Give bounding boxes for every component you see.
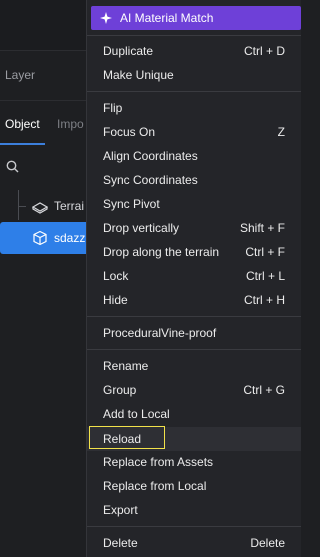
tree-item-label: Terrai bbox=[54, 199, 85, 213]
menu-item-flip[interactable]: Flip bbox=[87, 96, 301, 120]
menu-item-drop-along-terrain[interactable]: Drop along the terrain Ctrl + F bbox=[87, 240, 301, 264]
divider bbox=[0, 50, 90, 51]
menu-item-label: ProceduralVine-proof bbox=[103, 326, 217, 340]
menu-separator bbox=[87, 349, 301, 350]
menu-item-add-to-local[interactable]: Add to Local bbox=[87, 402, 301, 426]
sparkle-icon bbox=[100, 12, 112, 24]
menu-item-label: Add to Local bbox=[103, 407, 170, 421]
menu-item-label: Reload bbox=[103, 432, 142, 446]
tab-import[interactable]: Impo bbox=[57, 117, 84, 131]
menu-item-delete[interactable]: Delete Delete bbox=[87, 531, 301, 555]
menu-item-export[interactable]: Export bbox=[87, 498, 301, 522]
menu-item-sync-pivot[interactable]: Sync Pivot bbox=[87, 192, 301, 216]
menu-item-replace-from-assets[interactable]: Replace from Assets bbox=[87, 450, 301, 474]
menu-item-shortcut: Ctrl + D bbox=[243, 44, 285, 58]
layer-label: Layer bbox=[5, 68, 36, 82]
menu-item-label: Duplicate bbox=[103, 44, 154, 58]
menu-item-label: Replace from Local bbox=[103, 479, 207, 493]
terrain-icon bbox=[32, 202, 48, 214]
menu-item-label: Align Coordinates bbox=[103, 149, 198, 163]
menu-item-reload[interactable]: Reload bbox=[87, 426, 301, 451]
menu-item-shortcut: Ctrl + G bbox=[243, 383, 285, 397]
ai-material-match-button[interactable]: AI Material Match bbox=[91, 6, 301, 30]
context-menu: AI Material Match Duplicate Ctrl + D Mak… bbox=[86, 0, 301, 557]
menu-separator bbox=[87, 316, 301, 317]
menu-item-drop-vertically[interactable]: Drop vertically Shift + F bbox=[87, 216, 301, 240]
menu-item-focus-on[interactable]: Focus On Z bbox=[87, 120, 301, 144]
menu-item-label: Group bbox=[103, 383, 137, 397]
menu-item-sync-coordinates[interactable]: Sync Coordinates bbox=[87, 168, 301, 192]
menu-item-duplicate[interactable]: Duplicate Ctrl + D bbox=[87, 39, 301, 63]
menu-item-shortcut: Ctrl + L bbox=[245, 269, 285, 283]
menu-item-label: Replace from Assets bbox=[103, 455, 214, 469]
menu-item-label: Focus On bbox=[103, 125, 156, 139]
menu-item-lock[interactable]: Lock Ctrl + L bbox=[87, 264, 301, 288]
active-tab-indicator bbox=[0, 143, 45, 145]
menu-item-label: Hide bbox=[103, 293, 128, 307]
cube-icon bbox=[33, 230, 47, 246]
menu-item-align-coordinates[interactable]: Align Coordinates bbox=[87, 144, 301, 168]
menu-item-label: Export bbox=[103, 503, 138, 517]
menu-item-label: Drop along the terrain bbox=[103, 245, 220, 259]
tab-object[interactable]: Object bbox=[5, 117, 40, 131]
ai-material-match-label: AI Material Match bbox=[120, 11, 214, 25]
menu-item-label: Lock bbox=[103, 269, 129, 283]
panel-header bbox=[0, 0, 90, 50]
menu-separator bbox=[87, 91, 301, 92]
tree-item-terrain[interactable]: Terrai bbox=[0, 193, 90, 219]
menu-item-replace-from-local[interactable]: Replace from Local bbox=[87, 474, 301, 498]
menu-item-shortcut: Z bbox=[277, 125, 285, 139]
tree-item-selected[interactable]: sdazz bbox=[0, 222, 92, 254]
menu-item-group[interactable]: Group Ctrl + G bbox=[87, 378, 301, 402]
menu-item-shortcut: Delete bbox=[250, 536, 285, 550]
menu-item-label: Drop vertically bbox=[103, 221, 180, 235]
menu-item-hide[interactable]: Hide Ctrl + H bbox=[87, 288, 301, 312]
menu-item-label: Sync Coordinates bbox=[103, 173, 198, 187]
menu-item-label: Delete bbox=[103, 536, 138, 550]
menu-item-label: Make Unique bbox=[103, 68, 174, 82]
menu-item-label: Flip bbox=[103, 101, 123, 115]
menu-item-shortcut: Shift + F bbox=[239, 221, 285, 235]
tree-item-label: sdazz bbox=[54, 231, 86, 245]
menu-item-shortcut: Ctrl + H bbox=[243, 293, 285, 307]
menu-item-label: Sync Pivot bbox=[103, 197, 160, 211]
menu-separator bbox=[87, 35, 301, 36]
search-icon[interactable] bbox=[6, 160, 19, 173]
menu-separator bbox=[87, 526, 301, 527]
menu-item-proceduralvine-proof[interactable]: ProceduralVine-proof bbox=[87, 321, 301, 345]
menu-item-rename[interactable]: Rename bbox=[87, 354, 301, 378]
divider bbox=[0, 100, 90, 101]
menu-item-label: Rename bbox=[103, 359, 149, 373]
menu-item-shortcut: Ctrl + F bbox=[245, 245, 285, 259]
menu-item-make-unique[interactable]: Make Unique bbox=[87, 63, 301, 87]
